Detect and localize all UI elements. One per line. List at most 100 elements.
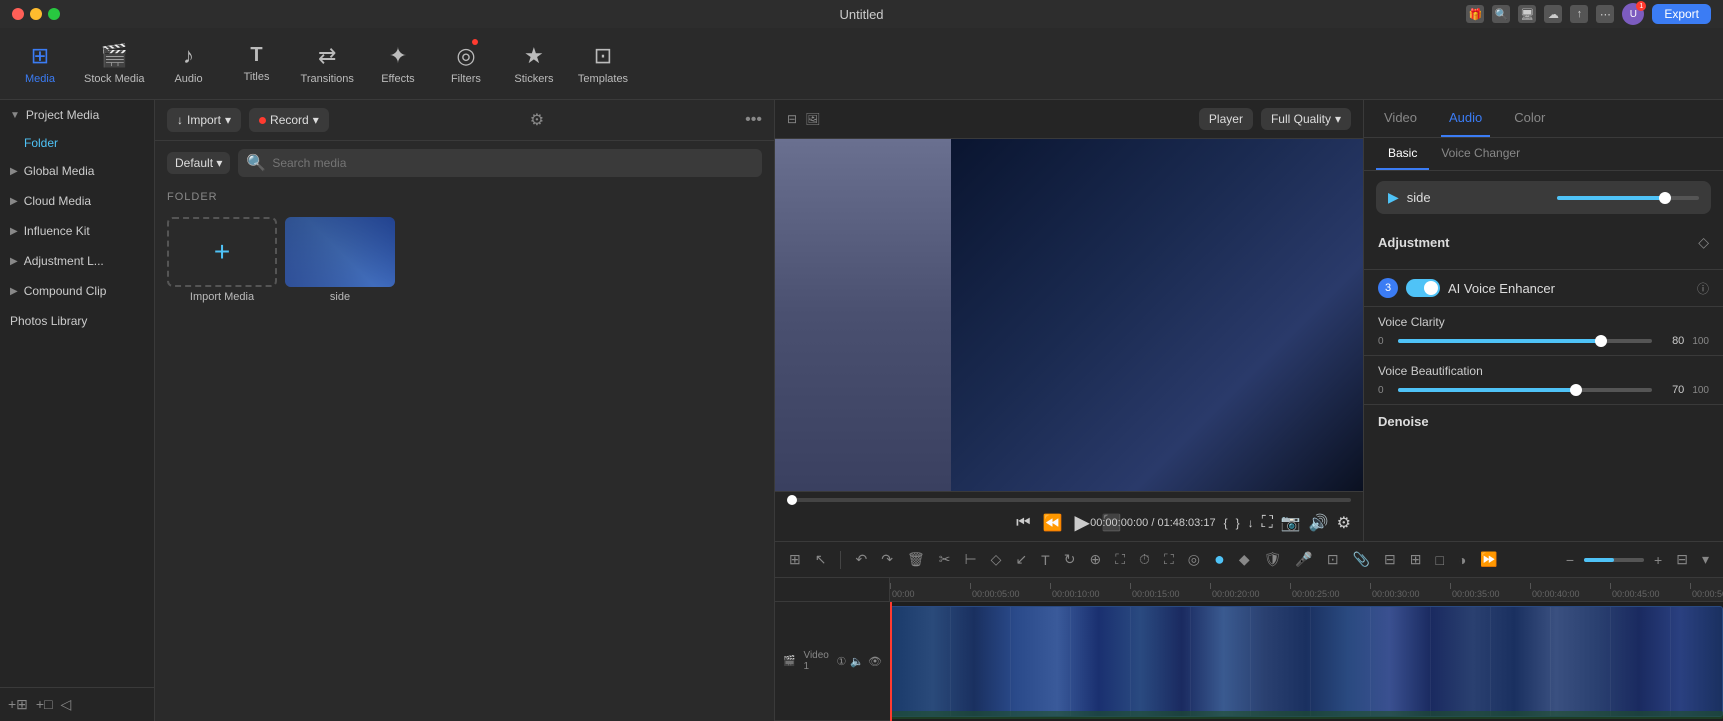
cloud-upload-icon[interactable]: ☁ <box>1544 5 1562 23</box>
share-icon[interactable]: ↑ <box>1570 5 1588 23</box>
player-button[interactable]: Player <box>1199 108 1253 130</box>
skip-back-icon[interactable]: ⏮ <box>1016 514 1030 532</box>
sidebar-item-folder[interactable]: Folder <box>0 130 154 156</box>
add-item-icon[interactable]: +□ <box>36 696 53 713</box>
layout2-icon[interactable]: ⊟ <box>1380 549 1400 570</box>
expand-icon[interactable]: ⛶ <box>1160 549 1178 570</box>
video-strip[interactable] <box>890 606 1723 717</box>
circle-btn[interactable]: ● <box>1210 547 1229 572</box>
toolbar-transitions[interactable]: ⇄ Transitions <box>301 43 354 85</box>
insert-icon[interactable]: ↙ <box>1011 549 1031 570</box>
voice-clarity-handle[interactable] <box>1595 335 1607 347</box>
quality-select[interactable]: Full Quality ▾ <box>1261 108 1351 130</box>
seek-bar[interactable] <box>787 498 1351 502</box>
stabilize-icon[interactable]: ◎ <box>1184 549 1204 570</box>
sidebar-item-photos-library[interactable]: Photos Library <box>0 306 154 336</box>
toolbar-audio[interactable]: ♪ Audio <box>165 43 213 85</box>
cut-icon[interactable]: ✂ <box>935 549 955 570</box>
text-icon[interactable]: T <box>1037 550 1054 570</box>
tab-color[interactable]: Color <box>1506 100 1553 137</box>
volume-icon[interactable]: 🔊 <box>1309 513 1329 533</box>
more-options-icon[interactable]: ••• <box>745 111 762 129</box>
shield-icon[interactable]: 🛡 <box>1260 549 1286 570</box>
info-icon[interactable]: ⓘ <box>1697 280 1709 297</box>
export-button[interactable]: Export <box>1652 4 1711 24</box>
settings-icon[interactable]: ⚙ <box>1337 513 1351 533</box>
voice-beautification-slider[interactable] <box>1398 388 1652 392</box>
sort-dropdown[interactable]: Default ▾ <box>167 152 230 174</box>
play-button[interactable]: ▶ <box>1075 510 1090 535</box>
toolbar-titles[interactable]: T Titles <box>233 44 281 83</box>
sidebar-item-compound-clip[interactable]: ▶ Compound Clip <box>0 276 154 306</box>
delete-icon[interactable]: 🗑 <box>903 549 929 570</box>
toolbar-stock-media[interactable]: 🎬 Stock Media <box>84 43 145 85</box>
toolbar-stickers[interactable]: ★ Stickers <box>510 43 558 85</box>
toolbar-media[interactable]: ⊞ Media <box>16 43 64 85</box>
timer-icon[interactable]: ⏱ <box>1135 549 1154 570</box>
sidebar-item-influence-kit[interactable]: ▶ Influence Kit <box>0 216 154 246</box>
ai-toggle[interactable] <box>1406 279 1440 297</box>
undo-icon[interactable]: ↶ <box>851 549 871 570</box>
toolbar-effects[interactable]: ✦ Effects <box>374 43 422 85</box>
maximize-button[interactable] <box>48 8 60 20</box>
sidebar-item-global-media[interactable]: ▶ Global Media <box>0 156 154 186</box>
zoom-out-icon[interactable]: − <box>1562 550 1578 570</box>
import-media-item[interactable]: + Import Media <box>167 217 277 303</box>
pointer-icon[interactable]: ↖ <box>811 549 831 570</box>
group-icon[interactable]: ⊡ <box>1323 549 1343 570</box>
voice-clarity-slider[interactable] <box>1398 339 1652 343</box>
mic-icon[interactable]: 🎤 <box>1291 549 1316 570</box>
ripple-icon[interactable]: ◇ <box>987 549 1006 570</box>
zoom-slider[interactable] <box>1584 558 1644 562</box>
track-lock-icon[interactable]: 👁 <box>868 655 882 668</box>
minimize-button[interactable] <box>30 8 42 20</box>
mark-out-icon[interactable]: } <box>1236 516 1240 530</box>
zoom-in-icon[interactable]: + <box>1650 550 1666 570</box>
split-icon[interactable]: ⊢ <box>960 549 980 570</box>
audio-tab-basic[interactable]: Basic <box>1376 138 1429 170</box>
track-mute-icon[interactable]: 🔈 <box>850 655 864 668</box>
fast-forward-icon[interactable]: ⏩ <box>1476 549 1501 570</box>
collapse-icon[interactable]: ◁ <box>61 696 72 713</box>
side-slider-handle[interactable] <box>1659 192 1671 204</box>
playhead[interactable] <box>890 602 892 721</box>
split-view-icon[interactable]: ⊟ <box>787 112 797 126</box>
rotate-icon[interactable]: ↻ <box>1060 549 1080 570</box>
fullscreen-icon[interactable]: ⛶ <box>1262 514 1273 532</box>
computer-icon[interactable]: 🖥 <box>1518 5 1536 23</box>
add-to-timeline-icon[interactable]: ↓ <box>1248 516 1254 530</box>
step-back-icon[interactable]: ⏪ <box>1043 513 1063 533</box>
dots-icon[interactable]: ⋯ <box>1596 5 1614 23</box>
collapse-icon[interactable]: ◇ <box>1698 234 1709 251</box>
record-button[interactable]: Record ▾ <box>249 108 329 132</box>
sidebar-item-adjustment[interactable]: ▶ Adjustment L... <box>0 246 154 276</box>
mark-in-icon[interactable]: { <box>1224 516 1228 530</box>
import-button[interactable]: ↓ Import ▾ <box>167 108 241 132</box>
toolbar-templates[interactable]: ⊡ Templates <box>578 43 628 85</box>
image-view-icon[interactable]: 🖼 <box>805 112 820 126</box>
clip-icon[interactable]: 📎 <box>1349 549 1374 570</box>
side-slider[interactable] <box>1557 196 1699 200</box>
tab-audio[interactable]: Audio <box>1441 100 1490 137</box>
search-input[interactable] <box>272 156 754 170</box>
sidebar-item-cloud-media[interactable]: ▶ Cloud Media <box>0 186 154 216</box>
more-icon[interactable]: ▾ <box>1698 549 1713 570</box>
close-button[interactable] <box>12 8 24 20</box>
avatar[interactable]: U 1 <box>1622 3 1644 25</box>
search-icon[interactable]: 🔍 <box>1492 5 1510 23</box>
toolbar-filters[interactable]: ◎ Filters <box>442 43 490 85</box>
screenshot-icon[interactable]: 📷 <box>1281 513 1301 533</box>
gift-icon[interactable]: 🎁 <box>1466 5 1484 23</box>
redo-icon[interactable]: ↷ <box>877 549 897 570</box>
seek-handle[interactable] <box>787 495 797 505</box>
diamond-icon[interactable]: ◆ <box>1235 549 1254 570</box>
fill-icon[interactable]: ◑ <box>1454 550 1470 570</box>
voice-beautification-handle[interactable] <box>1570 384 1582 396</box>
sort-icon[interactable]: ⚙ <box>530 110 544 130</box>
layout-icon[interactable]: ⊞ <box>785 549 805 570</box>
pip-icon[interactable]: ⊞ <box>1406 549 1426 570</box>
rect-icon[interactable]: □ <box>1431 550 1447 570</box>
media-item-side[interactable]: side <box>285 217 395 303</box>
add-folder-icon[interactable]: +⊞ <box>8 696 28 713</box>
audio-tab-voice-changer[interactable]: Voice Changer <box>1429 138 1532 170</box>
